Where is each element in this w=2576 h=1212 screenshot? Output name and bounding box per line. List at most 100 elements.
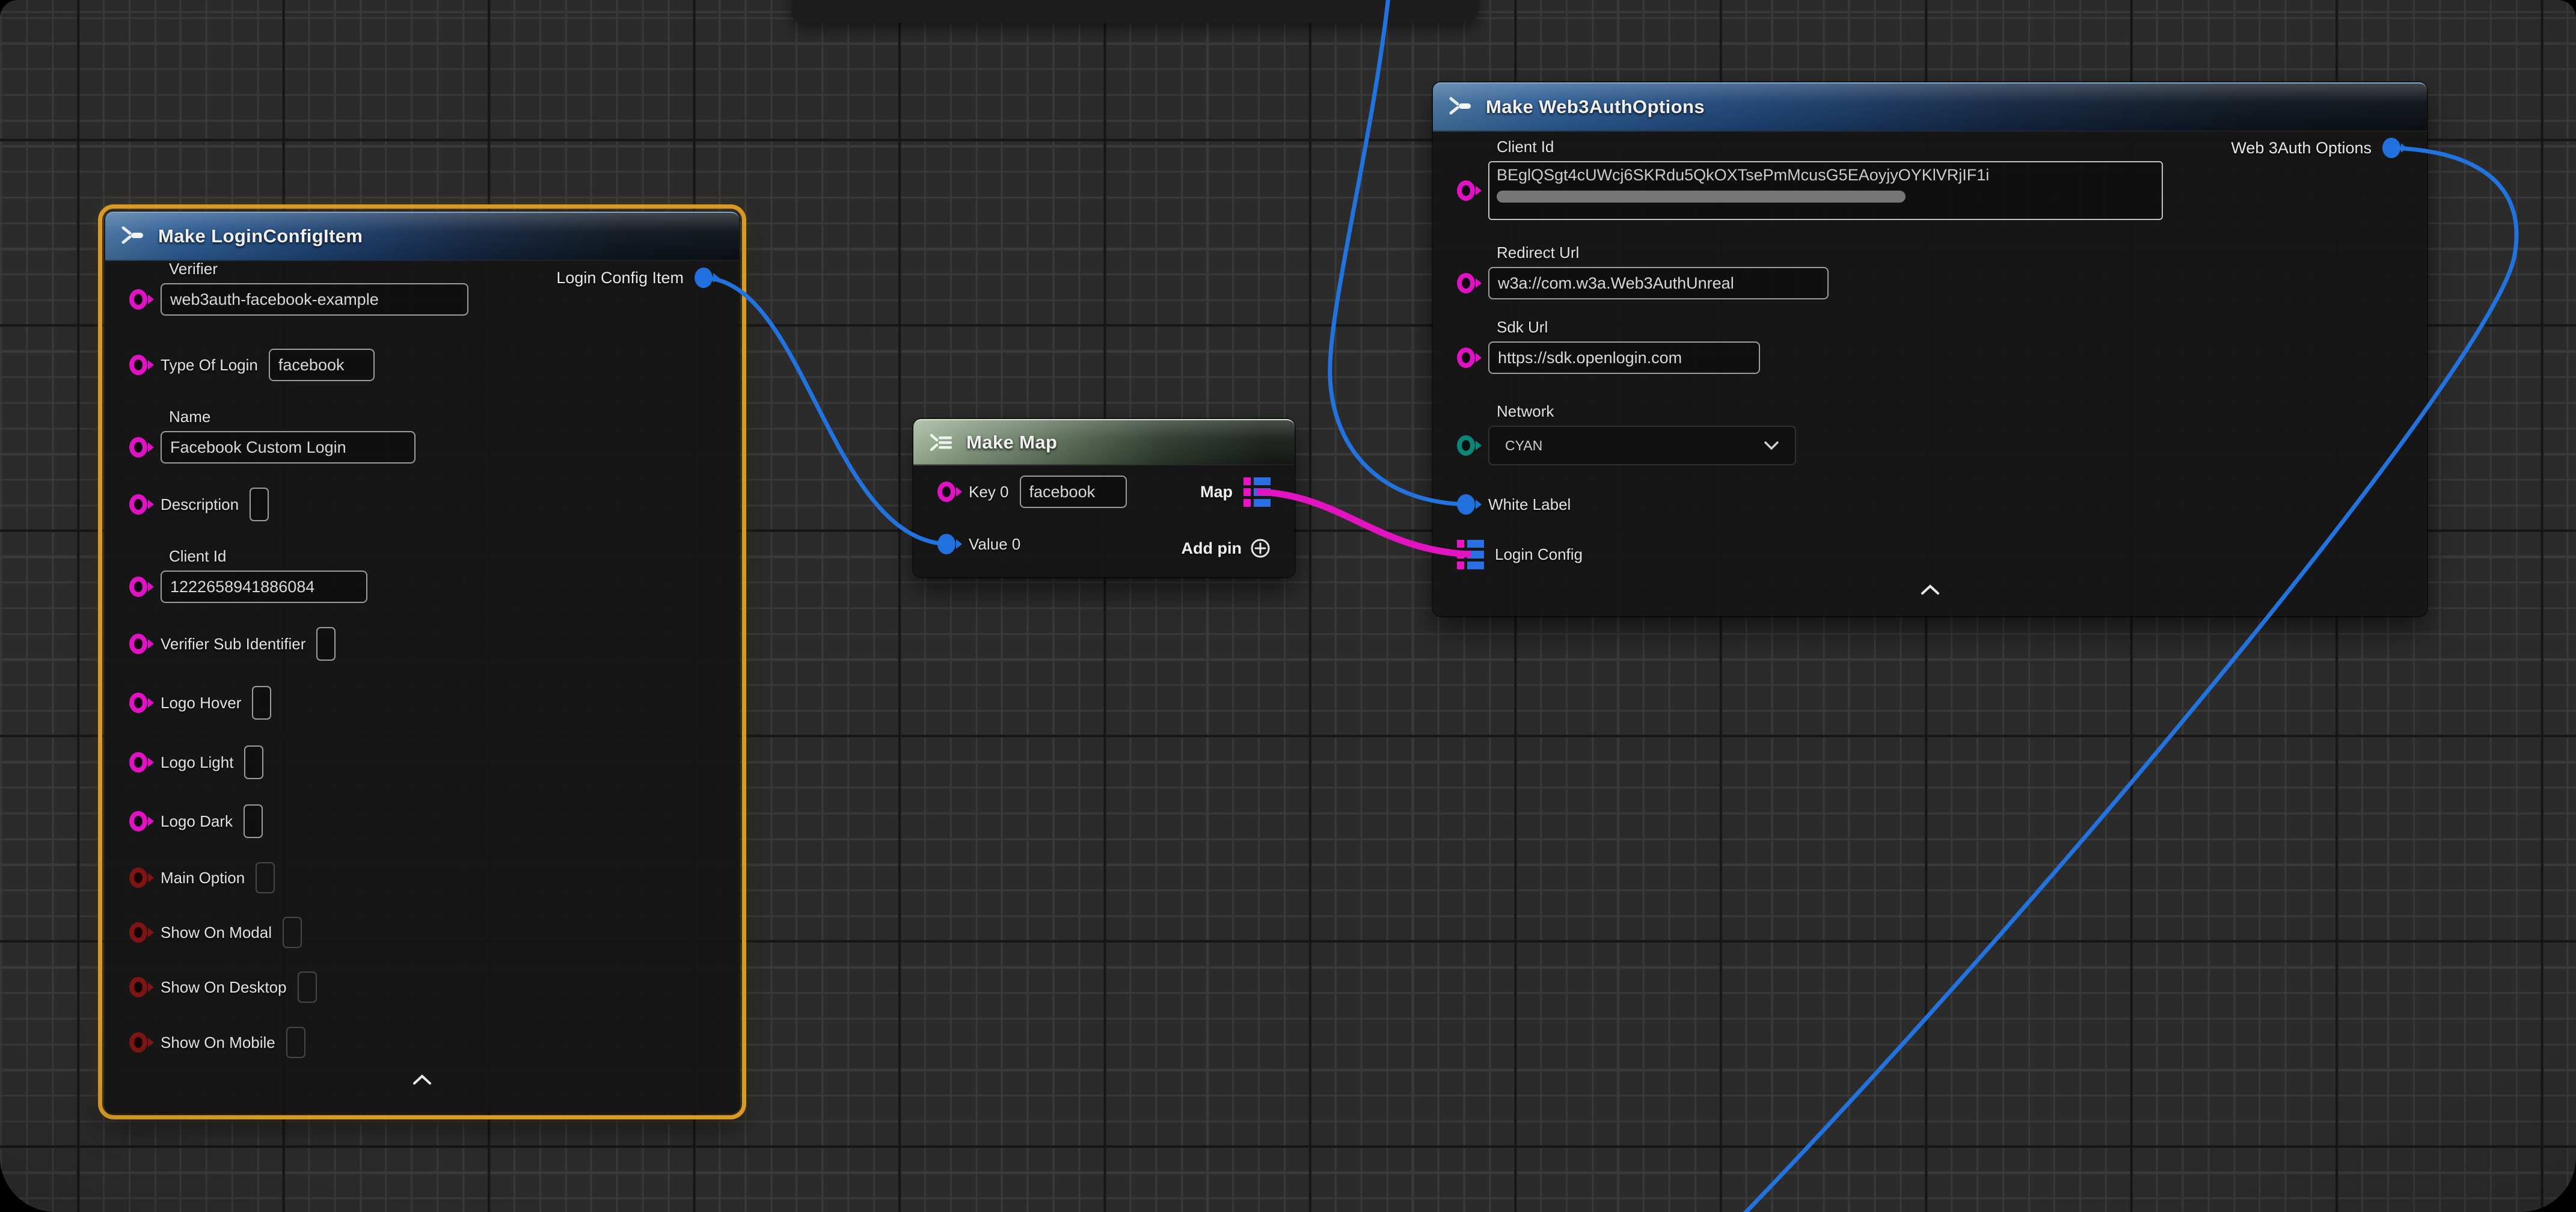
bool-pin-main-option[interactable] bbox=[129, 866, 150, 890]
chevron-up-icon bbox=[1920, 584, 1940, 595]
pin-row-sdk-url: Sdk Url bbox=[1457, 318, 1760, 374]
pin-label: Type Of Login bbox=[161, 356, 258, 375]
pin-row-description: Description bbox=[129, 487, 269, 522]
pin-label: Show On Desktop bbox=[161, 978, 287, 997]
pin-label: Verifier bbox=[169, 260, 468, 278]
sdk-url-input[interactable] bbox=[1488, 341, 1760, 374]
pin-label: Client Id bbox=[169, 547, 367, 566]
add-pin-row: Add pin bbox=[1182, 531, 1271, 566]
verifier-input[interactable] bbox=[161, 283, 468, 316]
output-pin-label: Login Config Item bbox=[556, 269, 684, 287]
pin-label: Logo Dark bbox=[161, 812, 233, 831]
string-pin-name[interactable] bbox=[129, 435, 150, 459]
pin-label: Login Config bbox=[1495, 545, 1583, 564]
horizontal-scrollbar[interactable] bbox=[1497, 191, 1906, 203]
make-struct-icon bbox=[121, 225, 146, 247]
output-row-login-config-item: Login Config Item bbox=[556, 260, 715, 295]
bool-pin-show-on-mobile[interactable] bbox=[129, 1030, 150, 1054]
pin-row-show-on-modal: Show On Modal bbox=[129, 915, 302, 950]
node-header[interactable]: Make Web3AuthOptions bbox=[1433, 82, 2427, 132]
node-make-map[interactable]: Make Map Key 0 Map Value 0 Add pin bbox=[913, 419, 1295, 577]
string-pin-key-0[interactable] bbox=[937, 480, 958, 504]
output-pin-label: Web 3Auth Options bbox=[2231, 139, 2372, 158]
name-input[interactable] bbox=[161, 431, 416, 464]
string-pin-logo-light[interactable] bbox=[129, 750, 150, 774]
logo-light-input[interactable] bbox=[244, 745, 263, 779]
pin-row-verifier: Verifier bbox=[129, 260, 468, 316]
pin-label: Verifier Sub Identifier bbox=[161, 635, 305, 653]
logo-hover-input[interactable] bbox=[252, 686, 271, 720]
collapse-node-button[interactable] bbox=[409, 1071, 435, 1088]
pin-row-logo-dark: Logo Dark bbox=[129, 804, 263, 839]
plus-circle-icon bbox=[1250, 538, 1271, 559]
logo-dark-input[interactable] bbox=[244, 804, 263, 838]
client-id-input[interactable]: BEglQSgt4cUWcj6SKRdu5QkOXTsePmMcusG5EAoy… bbox=[1488, 161, 2163, 220]
string-pin-description[interactable] bbox=[129, 492, 150, 516]
pin-label: Show On Modal bbox=[161, 923, 272, 942]
string-pin-redirect-url[interactable] bbox=[1457, 271, 1477, 295]
node-make-loginconfigitem[interactable]: Make LoginConfigItem Login Config Item V… bbox=[105, 212, 739, 1112]
map-output-label: Map bbox=[1200, 483, 1233, 501]
pin-label: Logo Light bbox=[161, 753, 233, 772]
pin-label: Sdk Url bbox=[1497, 318, 1760, 337]
show-on-desktop-checkbox[interactable] bbox=[298, 972, 317, 1003]
pin-row-client-id: Client Id BEglQSgt4cUWcj6SKRdu5QkOXTsePm… bbox=[1457, 138, 2163, 220]
pin-row-value-0: Value 0 bbox=[937, 527, 1020, 562]
verifier-sub-identifier-input[interactable] bbox=[316, 627, 336, 661]
make-struct-icon bbox=[1449, 96, 1474, 118]
add-pin-button[interactable]: Add pin bbox=[1182, 538, 1271, 559]
string-pin-logo-dark[interactable] bbox=[129, 809, 150, 833]
network-dropdown[interactable]: CYAN bbox=[1488, 426, 1796, 465]
string-pin-logo-hover[interactable] bbox=[129, 691, 150, 715]
pin-label: Name bbox=[169, 408, 416, 426]
string-pin-sdk-url[interactable] bbox=[1457, 346, 1477, 370]
blueprint-graph-canvas[interactable]: Make LoginConfigItem Login Config Item V… bbox=[0, 0, 2576, 1212]
pin-row-redirect-url: Redirect Url bbox=[1457, 243, 1829, 299]
string-pin-client-id[interactable] bbox=[129, 575, 150, 599]
redirect-url-input[interactable] bbox=[1488, 267, 1829, 299]
network-selected-value: CYAN bbox=[1505, 438, 1542, 454]
main-option-checkbox[interactable] bbox=[256, 862, 275, 893]
pin-label: Value 0 bbox=[969, 535, 1020, 554]
show-on-modal-checkbox[interactable] bbox=[283, 917, 302, 948]
pin-row-verifier-sub-identifier: Verifier Sub Identifier bbox=[129, 626, 336, 661]
type-of-login-input[interactable] bbox=[269, 349, 375, 381]
bool-pin-show-on-desktop[interactable] bbox=[129, 975, 150, 999]
collapse-node-button[interactable] bbox=[1917, 581, 1943, 598]
chevron-up-icon bbox=[412, 1074, 432, 1085]
key-0-input[interactable] bbox=[1020, 476, 1127, 508]
pin-row-main-option: Main Option bbox=[129, 860, 275, 895]
pin-row-type-of-login: Type Of Login bbox=[129, 347, 375, 382]
chevron-down-icon bbox=[1764, 441, 1779, 450]
string-pin-verifier-sub-identifier[interactable] bbox=[129, 632, 150, 656]
pin-row-key-0: Key 0 bbox=[937, 474, 1127, 509]
node-make-web3authoptions[interactable]: Make Web3AuthOptions Web 3Auth Options C… bbox=[1433, 82, 2427, 616]
output-row-web3auth-options: Web 3Auth Options bbox=[2231, 130, 2403, 165]
pin-row-logo-hover: Logo Hover bbox=[129, 685, 271, 720]
node-header[interactable]: Make Map bbox=[913, 419, 1295, 465]
show-on-mobile-checkbox[interactable] bbox=[286, 1027, 305, 1058]
pin-label: Description bbox=[161, 495, 239, 514]
add-pin-label: Add pin bbox=[1182, 539, 1242, 558]
node-title: Make Map bbox=[966, 432, 1057, 453]
pin-label: Redirect Url bbox=[1497, 243, 1829, 262]
pin-row-name: Name bbox=[129, 408, 416, 464]
bool-pin-show-on-modal[interactable] bbox=[129, 920, 150, 944]
client-id-input[interactable] bbox=[161, 571, 367, 603]
string-pin-type-of-login[interactable] bbox=[129, 353, 150, 377]
pin-row-show-on-mobile: Show On Mobile bbox=[129, 1025, 305, 1060]
pin-row-white-label: White Label bbox=[1457, 487, 1571, 522]
string-pin-verifier[interactable] bbox=[129, 287, 150, 311]
pin-row-show-on-desktop: Show On Desktop bbox=[129, 970, 317, 1005]
string-pin-client-id[interactable] bbox=[1457, 179, 1477, 203]
pin-row-client-id: Client Id bbox=[129, 547, 367, 603]
pin-label: Main Option bbox=[161, 869, 245, 887]
pin-label: White Label bbox=[1488, 495, 1571, 514]
pin-label: Key 0 bbox=[969, 483, 1009, 501]
description-input[interactable] bbox=[250, 488, 269, 521]
pin-label: Logo Hover bbox=[161, 694, 241, 712]
enum-pin-network[interactable] bbox=[1457, 433, 1477, 458]
make-map-icon bbox=[929, 432, 954, 453]
node-header[interactable]: Make LoginConfigItem bbox=[105, 212, 739, 261]
offscreen-node-bottom[interactable] bbox=[791, 0, 1478, 23]
